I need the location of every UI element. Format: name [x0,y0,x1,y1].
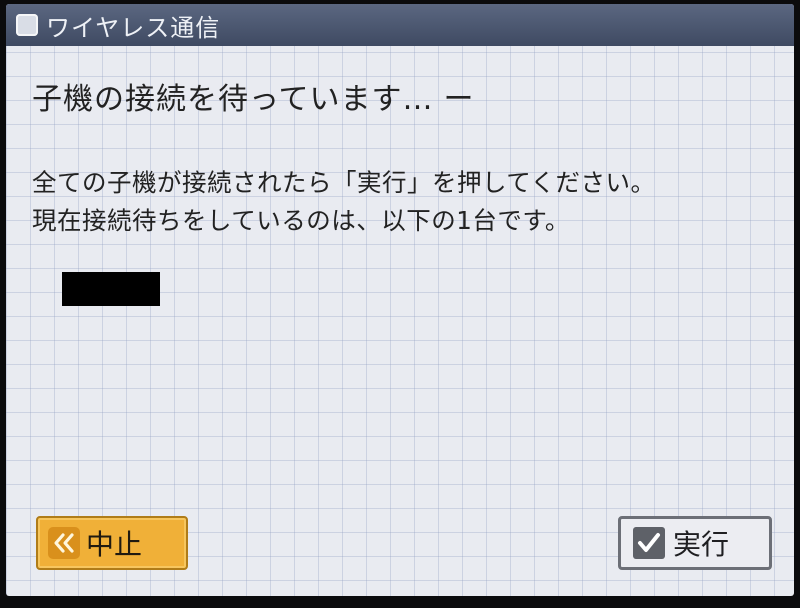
waiting-spinner: ー [443,82,475,117]
instruction-message: 全ての子機が接続されたら「実行」を押してください。 現在接続待ちをしているのは、… [32,164,656,240]
checkmark-icon [633,527,665,559]
status-heading-text: 子機の接続を待っています… [32,82,434,117]
title-bar: ワイヤレス通信 [6,4,794,46]
window-icon [16,14,38,36]
double-chevron-left-icon [48,527,80,559]
screen: ワイヤレス通信 子機の接続を待っています… ー 全ての子機が接続されたら「実行」を… [6,4,794,596]
cancel-button[interactable]: 中止 [36,516,188,570]
status-heading: 子機の接続を待っています… ー [32,74,475,118]
cancel-button-label: 中止 [86,528,143,561]
window-title: ワイヤレス通信 [46,13,221,42]
instruction-line-2: 現在接続待ちをしているのは、以下の1台です。 [32,206,570,235]
execute-button-label: 実行 [673,528,730,561]
instruction-line-1: 全ての子機が接続されたら「実行」を押してください。 [32,168,656,197]
execute-button[interactable]: 実行 [618,516,772,570]
connected-device-entry-redacted [62,272,160,306]
